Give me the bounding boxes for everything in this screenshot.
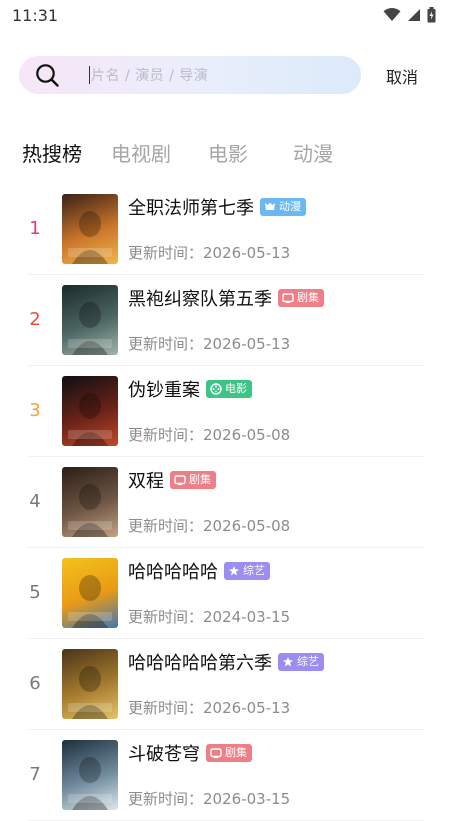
- update-time: 更新时间：2026-05-13: [128, 697, 290, 718]
- search-bar: 片名 / 演员 / 导演 取消: [0, 56, 450, 94]
- tab-anime[interactable]: 动漫: [293, 138, 333, 167]
- badge-label: 剧集: [225, 746, 247, 759]
- update-date: 2026-03-15: [203, 790, 291, 808]
- item-title: 黑袍纠察队第五季: [128, 289, 272, 310]
- update-label: 更新时间：: [128, 244, 204, 262]
- update-date: 2026-05-08: [203, 426, 291, 444]
- status-bar: 11:31: [0, 0, 450, 30]
- poster-art: [68, 484, 112, 537]
- star-icon: [228, 565, 240, 577]
- rank-number: 1: [29, 218, 41, 239]
- rank-number: 7: [29, 764, 41, 785]
- item-title: 哈哈哈哈哈: [128, 562, 218, 583]
- category-badge: 剧集: [278, 289, 324, 307]
- poster-thumbnail[interactable]: [62, 649, 118, 719]
- update-date: 2026-05-13: [203, 699, 291, 717]
- title-line: 黑袍纠察队第五季 剧集: [128, 285, 324, 311]
- item-title: 哈哈哈哈哈第六季: [128, 653, 272, 674]
- poster-art: [68, 575, 112, 628]
- update-label: 更新时间：: [128, 699, 204, 717]
- category-badge: 动漫: [260, 198, 306, 216]
- tab-hot-search[interactable]: 热搜榜: [22, 138, 82, 167]
- update-time: 更新时间：2026-05-13: [128, 242, 290, 263]
- title-line: 哈哈哈哈哈 综艺: [128, 558, 270, 584]
- rank-number: 3: [29, 400, 41, 421]
- list-item[interactable]: 6 哈哈哈哈哈第六季 综艺更新时间：2026-05-13: [28, 639, 424, 730]
- category-badge: 综艺: [224, 562, 270, 580]
- rank-number: 2: [29, 309, 41, 330]
- wifi-icon: [383, 8, 401, 21]
- list-item[interactable]: 7 斗破苍穹 剧集更新时间：2026-03-15: [28, 730, 424, 821]
- badge-label: 综艺: [297, 655, 319, 668]
- badge-label: 剧集: [297, 291, 319, 304]
- search-input[interactable]: 片名 / 演员 / 导演: [19, 56, 361, 94]
- tv-icon: [282, 292, 294, 304]
- anime-icon: [264, 201, 276, 213]
- update-label: 更新时间：: [128, 335, 204, 353]
- badge-label: 剧集: [189, 473, 211, 486]
- update-date: 2026-05-13: [203, 335, 291, 353]
- category-badge: 综艺: [278, 653, 324, 671]
- category-badge: 电影: [206, 380, 252, 398]
- update-date: 2024-03-15: [203, 608, 291, 626]
- update-label: 更新时间：: [128, 790, 204, 808]
- poster-thumbnail[interactable]: [62, 467, 118, 537]
- update-date: 2026-05-13: [203, 244, 291, 262]
- category-badge: 剧集: [170, 471, 216, 489]
- update-time: 更新时间：2026-05-08: [128, 424, 290, 445]
- search-icon[interactable]: [35, 63, 59, 87]
- category-badge: 剧集: [206, 744, 252, 762]
- poster-thumbnail[interactable]: [62, 285, 118, 355]
- update-date: 2026-05-08: [203, 517, 291, 535]
- poster-art: [68, 302, 112, 355]
- list-item[interactable]: 1 全职法师第七季 动漫更新时间：2026-05-13: [28, 184, 424, 275]
- poster-art: [68, 211, 112, 264]
- item-title: 全职法师第七季: [128, 198, 254, 219]
- list-item[interactable]: 2 黑袍纠察队第五季 剧集更新时间：2026-05-13: [28, 275, 424, 366]
- title-line: 伪钞重案 电影: [128, 376, 252, 402]
- title-line: 斗破苍穹 剧集: [128, 740, 252, 766]
- cancel-button[interactable]: 取消: [386, 64, 418, 88]
- update-time: 更新时间：2026-05-08: [128, 515, 290, 536]
- search-placeholder: 片名 / 演员 / 导演: [91, 68, 209, 84]
- update-label: 更新时间：: [128, 517, 204, 535]
- update-label: 更新时间：: [128, 426, 204, 444]
- tv-icon: [210, 747, 222, 759]
- item-title: 伪钞重案: [128, 380, 200, 401]
- update-time: 更新时间：2024-03-15: [128, 606, 290, 627]
- badge-label: 电影: [225, 382, 247, 395]
- update-time: 更新时间：2026-03-15: [128, 788, 290, 809]
- title-line: 哈哈哈哈哈第六季 综艺: [128, 649, 324, 675]
- status-icons: [383, 7, 436, 23]
- cellular-signal-icon: [408, 9, 420, 21]
- item-title: 斗破苍穹: [128, 744, 200, 765]
- rank-number: 4: [29, 491, 41, 512]
- poster-art: [68, 393, 112, 446]
- rank-number: 6: [29, 673, 41, 694]
- update-label: 更新时间：: [128, 608, 204, 626]
- tab-movies[interactable]: 电影: [208, 138, 248, 167]
- text-cursor: [89, 66, 90, 84]
- update-time: 更新时间：2026-05-13: [128, 333, 290, 354]
- status-time: 11:31: [12, 5, 59, 25]
- badge-label: 动漫: [279, 200, 301, 213]
- poster-thumbnail[interactable]: [62, 558, 118, 628]
- title-line: 双程 剧集: [128, 467, 216, 493]
- item-title: 双程: [128, 471, 164, 492]
- category-tabs: 热搜榜 电视剧 电影 动漫: [0, 138, 450, 172]
- film-reel-icon: [210, 383, 222, 395]
- poster-thumbnail[interactable]: [62, 376, 118, 446]
- poster-thumbnail[interactable]: [62, 194, 118, 264]
- battery-icon: [427, 7, 436, 23]
- list-item[interactable]: 4 双程 剧集更新时间：2026-05-08: [28, 457, 424, 548]
- list-item[interactable]: 5 哈哈哈哈哈 综艺更新时间：2024-03-15: [28, 548, 424, 639]
- title-line: 全职法师第七季 动漫: [128, 194, 306, 220]
- star-icon: [282, 656, 294, 668]
- tv-icon: [174, 474, 186, 486]
- badge-label: 综艺: [243, 564, 265, 577]
- rank-number: 5: [29, 582, 41, 603]
- list-item[interactable]: 3 伪钞重案 电影更新时间：2026-05-08: [28, 366, 424, 457]
- poster-art: [68, 666, 112, 719]
- tab-tv-series[interactable]: 电视剧: [111, 138, 171, 167]
